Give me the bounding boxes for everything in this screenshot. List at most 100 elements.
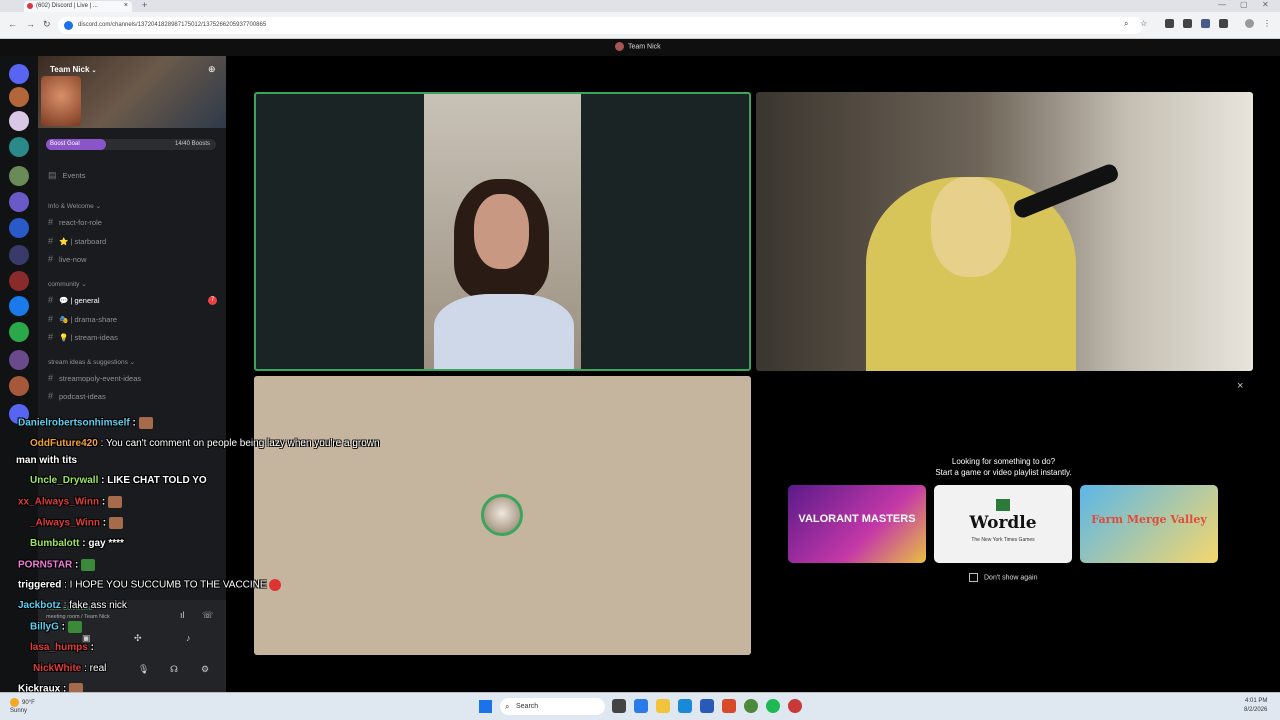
- participant-avatar: [481, 494, 523, 536]
- tab-close-icon[interactable]: ×: [124, 1, 128, 11]
- weather-widget[interactable]: 90°F Sunny: [10, 698, 35, 715]
- server-icon[interactable]: [9, 87, 29, 107]
- voice-connection-panel: Video Connected meeting room / Team Nick…: [38, 600, 226, 692]
- hash-icon: #: [48, 373, 54, 383]
- category-community[interactable]: community ⌄: [48, 280, 87, 288]
- task-view-icon[interactable]: [612, 699, 626, 713]
- close-window-icon[interactable]: ✕: [1262, 0, 1269, 9]
- server-list: [0, 56, 38, 692]
- invite-user-icon[interactable]: ⊕: [208, 64, 218, 74]
- boost-goal-bar[interactable]: Boost Goal 14/40 Boosts: [46, 139, 216, 150]
- channel-drama-share[interactable]: # 🎭 | drama-share: [48, 314, 117, 324]
- profile-avatar-icon[interactable]: [1245, 19, 1254, 28]
- bookmark-star-icon[interactable]: ☆: [1140, 19, 1149, 28]
- back-icon[interactable]: ←: [8, 19, 17, 29]
- participant-video: [424, 94, 581, 369]
- file-explorer-icon[interactable]: [656, 699, 670, 713]
- server-icon[interactable]: [9, 350, 29, 370]
- extension-icon[interactable]: [1201, 19, 1210, 28]
- obs-icon[interactable]: [788, 699, 802, 713]
- server-icon[interactable]: [9, 296, 29, 316]
- voice-status: Video Connected: [46, 606, 92, 612]
- hash-icon: #: [48, 254, 54, 264]
- edge-icon[interactable]: [678, 699, 692, 713]
- zoom-icon[interactable]: ⌕: [1124, 19, 1133, 28]
- browser-tab[interactable]: (602) Discord | Live | ... ×: [24, 1, 132, 12]
- url-text: discord.com/channels/1372041828987175012…: [78, 22, 267, 28]
- channel-react-for-role[interactable]: # react-for-role: [48, 217, 102, 227]
- disconnect-icon[interactable]: ☏: [202, 610, 213, 621]
- system-clock[interactable]: 4:01 PM 8/2/2026: [1244, 697, 1267, 715]
- forward-icon[interactable]: →: [26, 19, 35, 29]
- voice-room[interactable]: meeting room / Team Nick: [46, 614, 110, 620]
- camera-icon[interactable]: ▣: [82, 633, 93, 644]
- server-icon: [615, 42, 624, 51]
- server-icon[interactable]: [9, 137, 29, 157]
- settings-gear-icon[interactable]: ⚙: [201, 664, 212, 675]
- reload-icon[interactable]: ↻: [43, 19, 51, 30]
- maximize-icon[interactable]: ▢: [1240, 0, 1248, 9]
- copilot-icon[interactable]: [634, 699, 648, 713]
- server-icon[interactable]: [9, 404, 29, 424]
- server-banner[interactable]: Team Nick ⌄ ⊕: [38, 56, 226, 128]
- address-bar-row: ← → ↻ discord.com/channels/1372041828987…: [0, 12, 1280, 39]
- server-icon[interactable]: [9, 322, 29, 342]
- category-stream-ideas[interactable]: stream ideas & suggestions ⌄: [48, 358, 135, 366]
- discord-title-bar: Team Nick: [0, 39, 1280, 56]
- soundboard-icon[interactable]: ♪: [186, 633, 197, 644]
- extensions-puzzle-icon[interactable]: [1219, 19, 1228, 28]
- channel-starboard[interactable]: # ⭐ | starboard: [48, 236, 106, 246]
- home-icon[interactable]: [9, 64, 29, 84]
- server-name[interactable]: Team Nick ⌄: [50, 65, 96, 74]
- tab-title: (602) Discord | Live | ...: [36, 3, 98, 9]
- boost-count: 14/40 Boosts: [174, 141, 210, 147]
- server-icon[interactable]: [9, 271, 29, 291]
- server-icon[interactable]: [9, 192, 29, 212]
- windows-start-icon[interactable]: [479, 700, 492, 713]
- chrome-icon[interactable]: [744, 699, 758, 713]
- app-icon[interactable]: [722, 699, 736, 713]
- activities-icon[interactable]: ✣: [134, 633, 145, 644]
- activity-card-wordle[interactable]: Wordle The New York Times Games: [934, 485, 1072, 563]
- activity-prompt: Looking for something to do? Start a gam…: [935, 457, 1072, 477]
- sun-icon: [10, 698, 19, 707]
- new-tab-button[interactable]: +: [142, 0, 147, 10]
- extension-icon[interactable]: [1183, 19, 1192, 28]
- channel-podcast-ideas[interactable]: # podcast-ideas: [48, 391, 106, 401]
- server-icon[interactable]: [9, 218, 29, 238]
- events-item[interactable]: ▤ Events: [48, 170, 85, 181]
- close-icon[interactable]: ×: [1237, 380, 1243, 392]
- boost-goal-label: Boost Goal: [50, 141, 80, 147]
- channel-stream-ideas[interactable]: # 💡 | stream-ideas: [48, 332, 118, 342]
- taskbar-search[interactable]: ⌕ Search: [500, 698, 605, 715]
- search-icon: ⌕: [505, 702, 510, 711]
- channel-sidebar: Team Nick ⌄ ⊕ Boost Goal 14/40 Boosts ▤ Ev…: [38, 56, 226, 692]
- spotify-icon[interactable]: [766, 699, 780, 713]
- microphone-icon[interactable]: 🎙: [138, 664, 149, 675]
- voice-signal-icon[interactable]: ıl: [180, 610, 191, 621]
- category-info-welcome[interactable]: Info & Welcome ⌄: [48, 202, 101, 210]
- checkbox-icon[interactable]: [969, 573, 978, 582]
- store-icon[interactable]: [700, 699, 714, 713]
- extension-icon[interactable]: [1165, 19, 1174, 28]
- video-tile[interactable]: [756, 92, 1253, 371]
- channel-general[interactable]: # 💬 | general: [48, 295, 100, 305]
- channel-live-now[interactable]: # live-now: [48, 254, 87, 264]
- mention-badge: 7: [208, 296, 217, 305]
- video-tile-speaking[interactable]: [254, 92, 751, 371]
- audio-tile[interactable]: [254, 376, 751, 655]
- channel-streamopoly-event-ideas[interactable]: # streamopoly-event-ideas: [48, 373, 141, 383]
- activity-card-valorant[interactable]: VALORANT MASTERS: [788, 485, 926, 563]
- dont-show-again-checkbox[interactable]: Don't show again: [969, 573, 1037, 582]
- server-icon[interactable]: [9, 111, 29, 131]
- headphones-icon[interactable]: ☊: [170, 664, 181, 675]
- site-info-icon[interactable]: [64, 21, 73, 30]
- minimize-icon[interactable]: —: [1218, 0, 1226, 9]
- activity-card-farm-merge-valley[interactable]: Farm Merge Valley: [1080, 485, 1218, 563]
- url-bar[interactable]: discord.com/channels/1372041828987175012…: [58, 17, 1143, 34]
- menu-kebab-icon[interactable]: ⋮: [1263, 19, 1272, 28]
- server-icon[interactable]: [9, 376, 29, 396]
- hash-icon: #: [48, 391, 54, 401]
- server-icon[interactable]: [9, 245, 29, 265]
- server-icon[interactable]: [9, 166, 29, 186]
